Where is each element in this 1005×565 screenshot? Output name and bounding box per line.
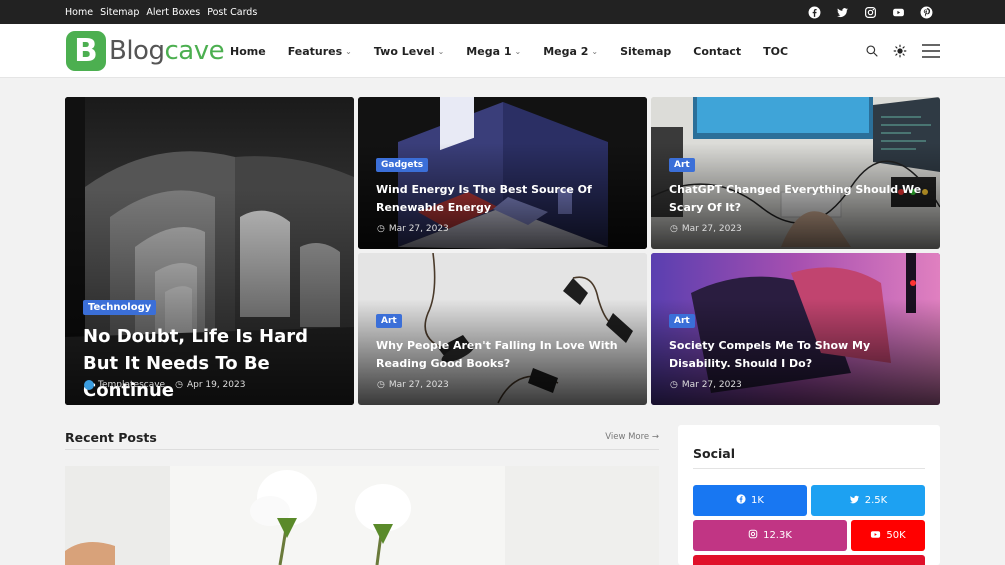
site-logo[interactable]: B Blogcave [66,31,225,71]
card-meta: ◷ Mar 27, 2023 [377,380,449,390]
post-date: Apr 19, 2023 [186,380,246,390]
nav-item-home[interactable]: Home [230,45,266,58]
twitter-count: 2.5K [864,495,888,506]
chevron-down-icon: ⌄ [514,46,522,56]
arrow-right-icon: → [651,432,659,442]
featured-card-3[interactable]: Art ChatGPT Changed Everything Should We… [651,97,940,249]
widget-divider [693,468,925,469]
top-link-post-cards[interactable]: Post Cards [207,7,257,18]
nav-label: Sitemap [620,44,672,58]
header-icons [865,24,941,78]
youtube-icon[interactable] [892,6,905,19]
facebook-count: 1K [751,495,764,506]
twitter-count-button[interactable]: 2.5K [811,485,925,516]
chevron-down-icon: ⌄ [437,46,445,56]
nav-label: Features [287,44,343,58]
nav-item-features[interactable]: Features ⌄ [288,45,352,58]
card-title[interactable]: Society Compels Me To Show My Disability… [669,337,929,373]
clock-icon: ◷ [175,380,183,390]
facebook-icon [736,494,746,507]
twitter-icon[interactable] [836,6,849,19]
instagram-icon [748,529,758,542]
card-meta: Templatescave ◷ Apr 19, 2023 [84,380,245,390]
card-title[interactable]: Why People Aren't Falling In Love With R… [376,337,626,373]
clock-icon: ◷ [670,380,678,390]
nav-label: Contact [693,44,742,58]
post-date: Mar 27, 2023 [681,380,742,390]
featured-card-4[interactable]: Art Why People Aren't Falling In Love Wi… [358,253,647,405]
card-title[interactable]: No Doubt, Life Is Hard But It Needs To B… [83,323,343,404]
clock-icon: ◷ [377,224,385,234]
top-link-sitemap[interactable]: Sitemap [100,7,139,18]
social-widget: Social 1K 2.5K 12.3K 50K [678,425,940,565]
facebook-count-button[interactable]: 1K [693,485,807,516]
next-social-button[interactable] [693,555,925,565]
nav-label: Mega 1 [466,44,512,58]
menu-icon[interactable] [921,43,941,59]
card-meta: ◷ Mar 27, 2023 [377,224,449,234]
logo-text-blog: Blog [109,36,165,66]
top-links: Home Sitemap Alert Boxes Post Cards [65,0,257,24]
instagram-icon[interactable] [864,6,877,19]
category-badge[interactable]: Art [669,158,695,172]
nav-item-mega-2[interactable]: Mega 2 ⌄ [543,45,598,58]
category-badge[interactable]: Art [669,314,695,328]
nav-label: Two Level [373,44,435,58]
nav-item-sitemap[interactable]: Sitemap [620,45,671,58]
category-badge[interactable]: Gadgets [376,158,429,172]
category-badge[interactable]: Art [376,314,402,328]
twitter-icon [849,494,860,508]
view-more-link[interactable]: View More → [605,432,659,442]
featured-card-5[interactable]: Art Society Compels Me To Show My Disabi… [651,253,940,405]
top-link-alert-boxes[interactable]: Alert Boxes [146,7,200,18]
recent-posts-header: Recent Posts View More → [65,430,659,450]
top-link-home[interactable]: Home [65,7,93,18]
nav-item-two-level[interactable]: Two Level ⌄ [374,45,444,58]
card-meta: ◷ Mar 27, 2023 [670,224,742,234]
youtube-count-button[interactable]: 50K [851,520,925,551]
chevron-down-icon: ⌄ [591,46,599,56]
facebook-icon[interactable] [808,6,821,19]
top-social-icons [808,0,933,24]
site-header: B Blogcave Home Features ⌄ Two Level ⌄ Meg… [0,24,1005,78]
view-more-label: View More [605,432,650,442]
section-title: Recent Posts [65,430,157,445]
card-title[interactable]: ChatGPT Changed Everything Should We Sca… [669,181,929,217]
instagram-count: 12.3K [763,530,792,541]
nav-label: Home [230,44,266,58]
card-title[interactable]: Wind Energy Is The Best Source Of Renewa… [376,181,596,217]
pinterest-icon[interactable] [920,6,933,19]
widget-title: Social [693,446,736,461]
author-name[interactable]: Templatescave [98,380,165,390]
nav-label: TOC [763,44,789,58]
clock-icon: ◷ [670,224,678,234]
nav-item-toc[interactable]: TOC [763,45,788,58]
chevron-down-icon: ⌄ [345,46,352,56]
logo-text-cave: cave [164,36,225,66]
featured-card-2[interactable]: Gadgets Wind Energy Is The Best Source O… [358,97,647,249]
post-date: Mar 27, 2023 [388,224,449,234]
recent-post-image[interactable] [65,466,659,565]
main-nav: Home Features ⌄ Two Level ⌄ Mega 1 ⌄ Mega 2… [230,24,810,78]
logo-text: Blogcave [109,36,225,66]
nav-item-mega-1[interactable]: Mega 1 ⌄ [466,45,521,58]
clock-icon: ◷ [377,380,385,390]
logo-mark: B [66,31,106,71]
nav-label: Mega 2 [543,44,589,58]
card-meta: ◷ Mar 27, 2023 [670,380,742,390]
theme-toggle-sun-icon[interactable] [893,44,907,58]
nav-item-contact[interactable]: Contact [693,45,741,58]
top-bar: Home Sitemap Alert Boxes Post Cards [0,0,1005,24]
author-avatar-icon [84,380,94,390]
youtube-count: 50K [886,530,906,541]
featured-card-main[interactable]: Technology No Doubt, Life Is Hard But It… [65,97,354,405]
category-badge[interactable]: Technology [83,300,157,315]
featured-grid: Technology No Doubt, Life Is Hard But It… [65,97,940,405]
search-icon[interactable] [865,44,879,58]
instagram-count-button[interactable]: 12.3K [693,520,847,551]
post-date: Mar 27, 2023 [681,224,742,234]
youtube-icon [870,529,881,543]
post-date: Mar 27, 2023 [388,380,449,390]
